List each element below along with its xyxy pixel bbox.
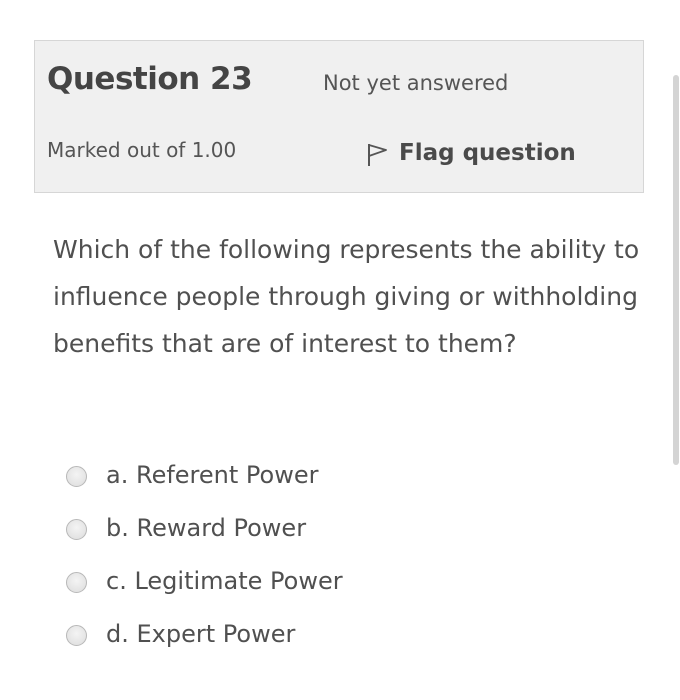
answer-label: d. Expert Power — [106, 619, 296, 648]
flag-icon — [365, 133, 399, 173]
answer-label: b. Reward Power — [106, 513, 307, 542]
question-state: Not yet answered — [323, 71, 509, 95]
answer-option-d[interactable]: d. Expert Power — [66, 607, 343, 660]
answer-option-b[interactable]: b. Reward Power — [66, 501, 343, 554]
flag-question-label: Flag question — [399, 140, 576, 166]
answer-label: c. Legitimate Power — [106, 566, 343, 595]
flag-question-button[interactable]: Flag question — [365, 133, 576, 173]
question-text: Which of the following represents the ab… — [53, 235, 640, 358]
question-info-panel: Question 23 Not yet answered Marked out … — [34, 40, 644, 193]
answer-label: a. Referent Power — [106, 460, 319, 489]
answer-options: a. Referent Power b. Reward Power c. Leg… — [66, 448, 343, 660]
scrollbar[interactable] — [673, 75, 679, 465]
answer-option-c[interactable]: c. Legitimate Power — [66, 554, 343, 607]
question-marks: Marked out of 1.00 — [47, 138, 237, 162]
question-label: Question — [47, 61, 200, 97]
answer-option-a[interactable]: a. Referent Power — [66, 448, 343, 501]
question-number: 23 — [210, 61, 253, 97]
radio-button[interactable] — [66, 466, 87, 487]
radio-button[interactable] — [66, 519, 87, 540]
radio-button[interactable] — [66, 572, 87, 593]
radio-button[interactable] — [66, 625, 87, 646]
question-title: Question 23 — [47, 61, 253, 97]
